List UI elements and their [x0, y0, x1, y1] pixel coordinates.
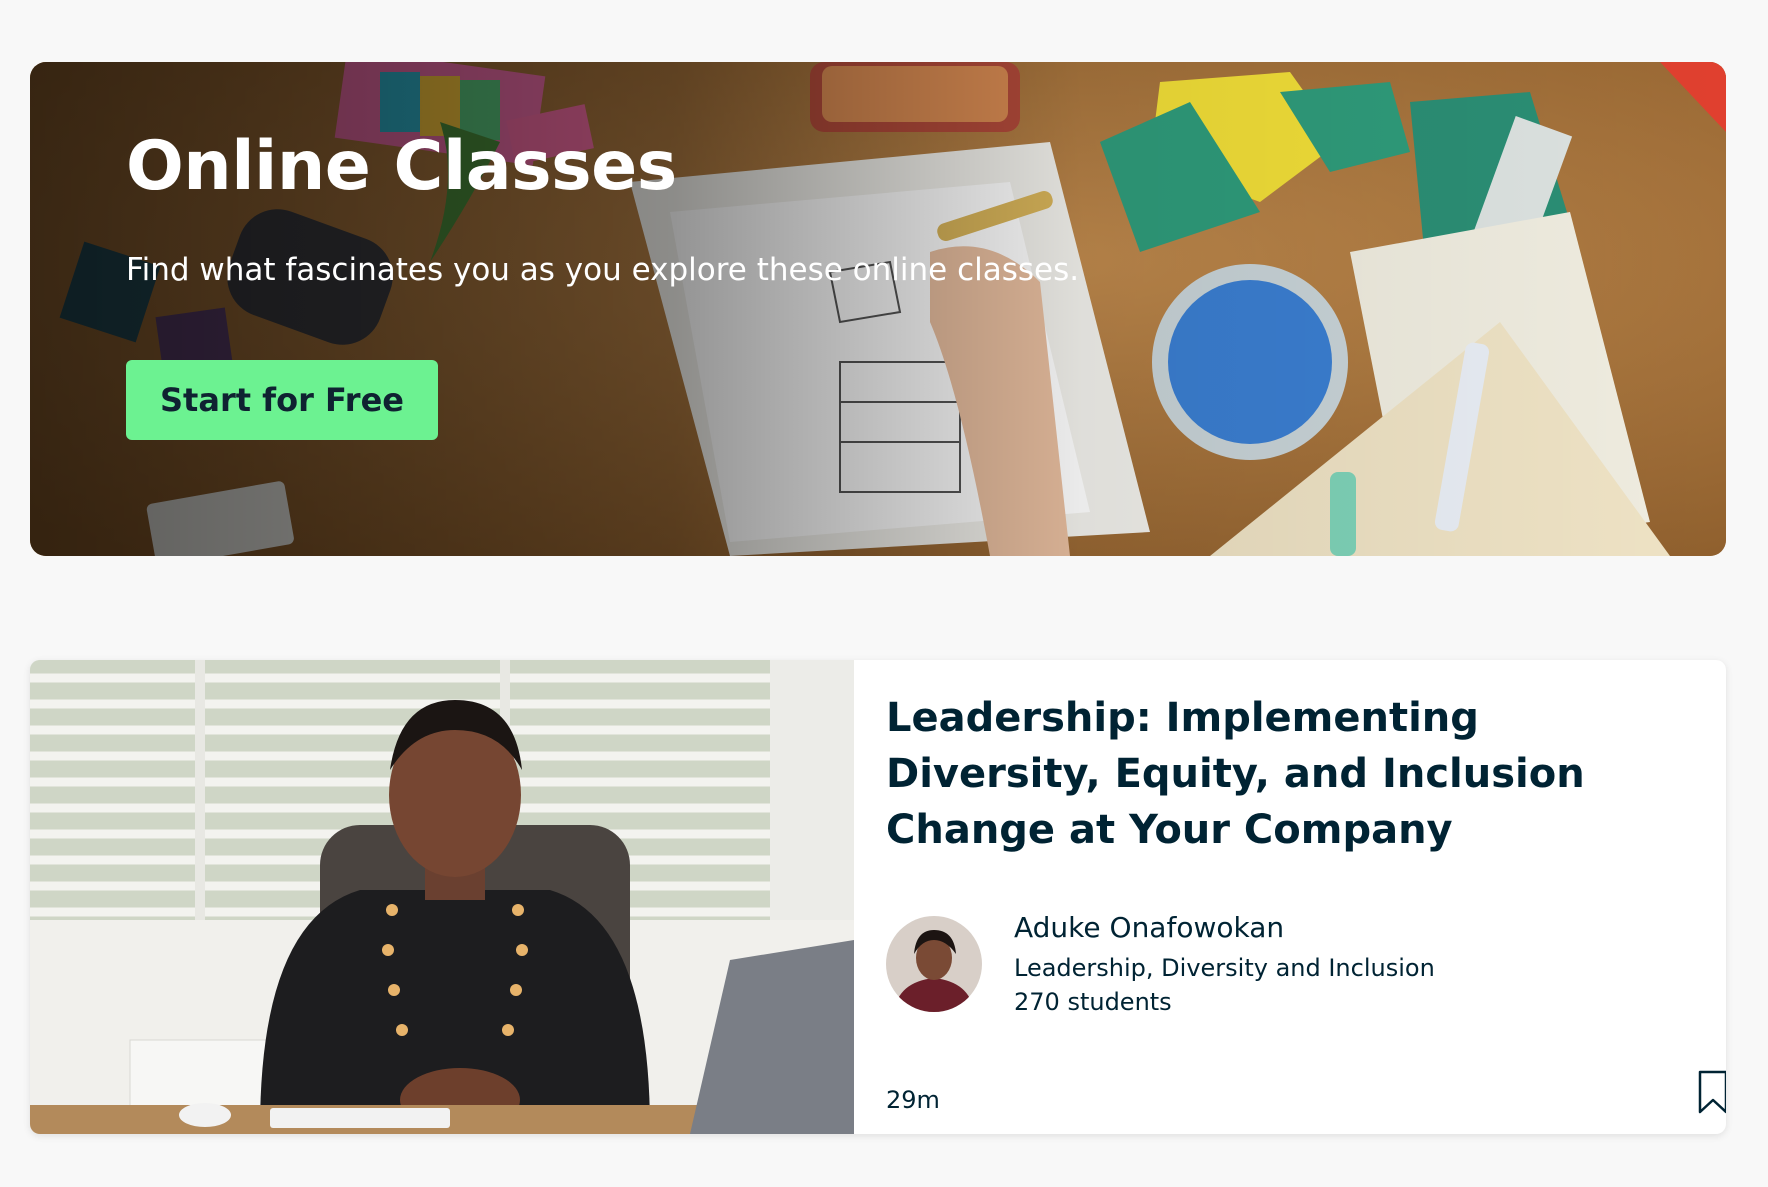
class-title[interactable]: Leadership: Implementing Diversity, Equi…	[886, 690, 1686, 858]
teacher-topic: Leadership, Diversity and Inclusion	[1014, 954, 1435, 982]
teacher-name[interactable]: Aduke Onafowokan	[1014, 910, 1284, 946]
start-for-free-button[interactable]: Start for Free	[126, 360, 438, 440]
bookmark-icon[interactable]	[1698, 1070, 1726, 1114]
hero-title: Online Classes	[126, 127, 677, 206]
class-info: Leadership: Implementing Diversity, Equi…	[854, 660, 1726, 1134]
student-count: 270 students	[1014, 988, 1172, 1016]
teacher-video-thumbnail	[30, 660, 854, 1134]
hero-subtitle: Find what fascinates you as you explore …	[126, 252, 1080, 288]
class-card[interactable]: Leadership: Implementing Diversity, Equi…	[30, 660, 1726, 1134]
class-duration: 29m	[886, 1086, 940, 1114]
teacher-avatar[interactable]	[886, 916, 982, 1012]
hero-banner: Online Classes Find what fascinates you …	[30, 62, 1726, 556]
class-thumbnail[interactable]	[30, 660, 854, 1134]
teacher-avatar-icon	[886, 916, 982, 1012]
